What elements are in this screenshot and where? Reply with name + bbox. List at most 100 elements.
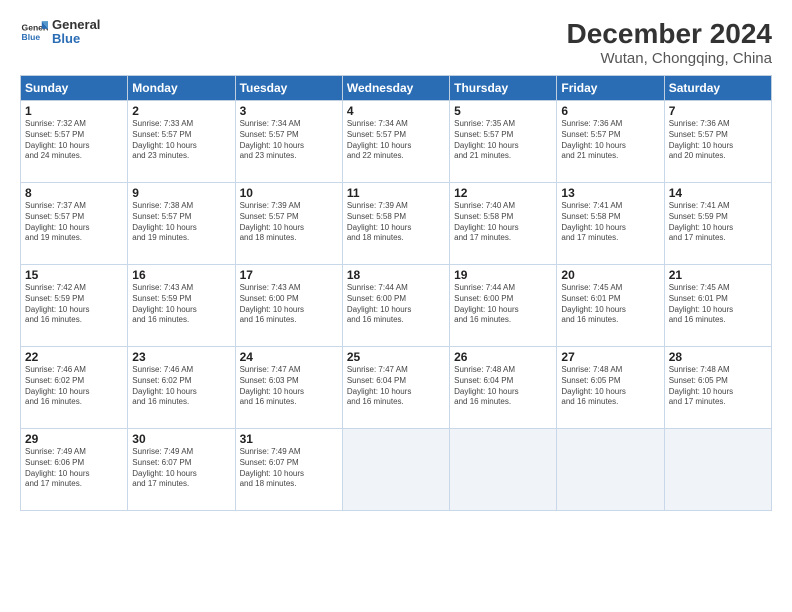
day-info: Sunrise: 7:48 AM Sunset: 6:05 PM Dayligh…: [669, 365, 767, 408]
day-info: Sunrise: 7:35 AM Sunset: 5:57 PM Dayligh…: [454, 119, 552, 162]
day-number: 22: [25, 350, 123, 364]
header-friday: Friday: [557, 76, 664, 101]
header-wednesday: Wednesday: [342, 76, 449, 101]
calendar-table: Sunday Monday Tuesday Wednesday Thursday…: [20, 75, 772, 511]
day-info: Sunrise: 7:41 AM Sunset: 5:59 PM Dayligh…: [669, 201, 767, 244]
day-number: 13: [561, 186, 659, 200]
day-info: Sunrise: 7:47 AM Sunset: 6:03 PM Dayligh…: [240, 365, 338, 408]
day-info: Sunrise: 7:41 AM Sunset: 5:58 PM Dayligh…: [561, 201, 659, 244]
day-info: Sunrise: 7:42 AM Sunset: 5:59 PM Dayligh…: [25, 283, 123, 326]
calendar-cell: 3Sunrise: 7:34 AM Sunset: 5:57 PM Daylig…: [235, 101, 342, 183]
calendar-cell: 31Sunrise: 7:49 AM Sunset: 6:07 PM Dayli…: [235, 429, 342, 511]
svg-text:Blue: Blue: [22, 32, 41, 42]
day-number: 6: [561, 104, 659, 118]
day-number: 2: [132, 104, 230, 118]
calendar-cell: 11Sunrise: 7:39 AM Sunset: 5:58 PM Dayli…: [342, 183, 449, 265]
calendar-cell: 18Sunrise: 7:44 AM Sunset: 6:00 PM Dayli…: [342, 265, 449, 347]
day-number: 17: [240, 268, 338, 282]
day-info: Sunrise: 7:49 AM Sunset: 6:06 PM Dayligh…: [25, 447, 123, 490]
day-number: 25: [347, 350, 445, 364]
day-number: 5: [454, 104, 552, 118]
day-number: 26: [454, 350, 552, 364]
logo-blue: Blue: [52, 32, 100, 46]
day-info: Sunrise: 7:48 AM Sunset: 6:05 PM Dayligh…: [561, 365, 659, 408]
calendar-cell: 12Sunrise: 7:40 AM Sunset: 5:58 PM Dayli…: [450, 183, 557, 265]
calendar-cell: 25Sunrise: 7:47 AM Sunset: 6:04 PM Dayli…: [342, 347, 449, 429]
calendar-cell: [450, 429, 557, 511]
calendar-header-row: Sunday Monday Tuesday Wednesday Thursday…: [21, 76, 772, 101]
day-number: 18: [347, 268, 445, 282]
day-info: Sunrise: 7:48 AM Sunset: 6:04 PM Dayligh…: [454, 365, 552, 408]
day-number: 1: [25, 104, 123, 118]
day-number: 27: [561, 350, 659, 364]
day-info: Sunrise: 7:47 AM Sunset: 6:04 PM Dayligh…: [347, 365, 445, 408]
calendar-cell: 26Sunrise: 7:48 AM Sunset: 6:04 PM Dayli…: [450, 347, 557, 429]
day-info: Sunrise: 7:43 AM Sunset: 6:00 PM Dayligh…: [240, 283, 338, 326]
calendar-cell: 17Sunrise: 7:43 AM Sunset: 6:00 PM Dayli…: [235, 265, 342, 347]
calendar-cell: 28Sunrise: 7:48 AM Sunset: 6:05 PM Dayli…: [664, 347, 771, 429]
calendar-cell: 14Sunrise: 7:41 AM Sunset: 5:59 PM Dayli…: [664, 183, 771, 265]
title-area: December 2024 Wutan, Chongqing, China: [567, 18, 772, 67]
calendar-cell: 4Sunrise: 7:34 AM Sunset: 5:57 PM Daylig…: [342, 101, 449, 183]
day-number: 29: [25, 432, 123, 446]
day-info: Sunrise: 7:40 AM Sunset: 5:58 PM Dayligh…: [454, 201, 552, 244]
calendar-cell: 7Sunrise: 7:36 AM Sunset: 5:57 PM Daylig…: [664, 101, 771, 183]
day-number: 28: [669, 350, 767, 364]
day-number: 23: [132, 350, 230, 364]
day-number: 11: [347, 186, 445, 200]
day-info: Sunrise: 7:46 AM Sunset: 6:02 PM Dayligh…: [25, 365, 123, 408]
day-info: Sunrise: 7:39 AM Sunset: 5:57 PM Dayligh…: [240, 201, 338, 244]
header-monday: Monday: [128, 76, 235, 101]
day-info: Sunrise: 7:45 AM Sunset: 6:01 PM Dayligh…: [561, 283, 659, 326]
calendar-cell: 8Sunrise: 7:37 AM Sunset: 5:57 PM Daylig…: [21, 183, 128, 265]
day-info: Sunrise: 7:46 AM Sunset: 6:02 PM Dayligh…: [132, 365, 230, 408]
calendar-cell: 29Sunrise: 7:49 AM Sunset: 6:06 PM Dayli…: [21, 429, 128, 511]
day-info: Sunrise: 7:44 AM Sunset: 6:00 PM Dayligh…: [454, 283, 552, 326]
day-number: 31: [240, 432, 338, 446]
calendar-cell: 16Sunrise: 7:43 AM Sunset: 5:59 PM Dayli…: [128, 265, 235, 347]
day-number: 10: [240, 186, 338, 200]
day-info: Sunrise: 7:32 AM Sunset: 5:57 PM Dayligh…: [25, 119, 123, 162]
calendar-cell: 30Sunrise: 7:49 AM Sunset: 6:07 PM Dayli…: [128, 429, 235, 511]
day-number: 4: [347, 104, 445, 118]
logo: General Blue General Blue: [20, 18, 100, 47]
day-info: Sunrise: 7:45 AM Sunset: 6:01 PM Dayligh…: [669, 283, 767, 326]
day-number: 19: [454, 268, 552, 282]
week-row-1: 1Sunrise: 7:32 AM Sunset: 5:57 PM Daylig…: [21, 101, 772, 183]
calendar-cell: 19Sunrise: 7:44 AM Sunset: 6:00 PM Dayli…: [450, 265, 557, 347]
calendar-cell: 1Sunrise: 7:32 AM Sunset: 5:57 PM Daylig…: [21, 101, 128, 183]
week-row-5: 29Sunrise: 7:49 AM Sunset: 6:06 PM Dayli…: [21, 429, 772, 511]
calendar-cell: 24Sunrise: 7:47 AM Sunset: 6:03 PM Dayli…: [235, 347, 342, 429]
calendar-cell: 20Sunrise: 7:45 AM Sunset: 6:01 PM Dayli…: [557, 265, 664, 347]
day-info: Sunrise: 7:44 AM Sunset: 6:00 PM Dayligh…: [347, 283, 445, 326]
header-tuesday: Tuesday: [235, 76, 342, 101]
header-thursday: Thursday: [450, 76, 557, 101]
day-info: Sunrise: 7:34 AM Sunset: 5:57 PM Dayligh…: [347, 119, 445, 162]
day-number: 20: [561, 268, 659, 282]
calendar-subtitle: Wutan, Chongqing, China: [567, 50, 772, 67]
day-number: 8: [25, 186, 123, 200]
calendar-cell: 6Sunrise: 7:36 AM Sunset: 5:57 PM Daylig…: [557, 101, 664, 183]
day-number: 30: [132, 432, 230, 446]
calendar-cell: 15Sunrise: 7:42 AM Sunset: 5:59 PM Dayli…: [21, 265, 128, 347]
day-info: Sunrise: 7:49 AM Sunset: 6:07 PM Dayligh…: [240, 447, 338, 490]
calendar-cell: 9Sunrise: 7:38 AM Sunset: 5:57 PM Daylig…: [128, 183, 235, 265]
header-sunday: Sunday: [21, 76, 128, 101]
calendar-cell: 21Sunrise: 7:45 AM Sunset: 6:01 PM Dayli…: [664, 265, 771, 347]
day-info: Sunrise: 7:43 AM Sunset: 5:59 PM Dayligh…: [132, 283, 230, 326]
day-number: 12: [454, 186, 552, 200]
day-number: 15: [25, 268, 123, 282]
day-info: Sunrise: 7:36 AM Sunset: 5:57 PM Dayligh…: [561, 119, 659, 162]
calendar-cell: 5Sunrise: 7:35 AM Sunset: 5:57 PM Daylig…: [450, 101, 557, 183]
week-row-4: 22Sunrise: 7:46 AM Sunset: 6:02 PM Dayli…: [21, 347, 772, 429]
day-number: 7: [669, 104, 767, 118]
calendar-cell: [342, 429, 449, 511]
logo-icon: General Blue: [20, 18, 48, 46]
day-info: Sunrise: 7:49 AM Sunset: 6:07 PM Dayligh…: [132, 447, 230, 490]
day-number: 14: [669, 186, 767, 200]
calendar-cell: [557, 429, 664, 511]
calendar-cell: 2Sunrise: 7:33 AM Sunset: 5:57 PM Daylig…: [128, 101, 235, 183]
day-info: Sunrise: 7:36 AM Sunset: 5:57 PM Dayligh…: [669, 119, 767, 162]
week-row-2: 8Sunrise: 7:37 AM Sunset: 5:57 PM Daylig…: [21, 183, 772, 265]
calendar-cell: 27Sunrise: 7:48 AM Sunset: 6:05 PM Dayli…: [557, 347, 664, 429]
